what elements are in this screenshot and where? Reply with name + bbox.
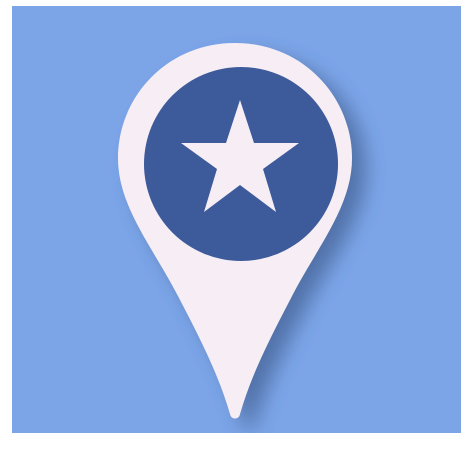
map-pin-star-icon [12, 6, 461, 433]
app-icon-frame [0, 0, 468, 460]
app-icon-tile [12, 6, 461, 433]
